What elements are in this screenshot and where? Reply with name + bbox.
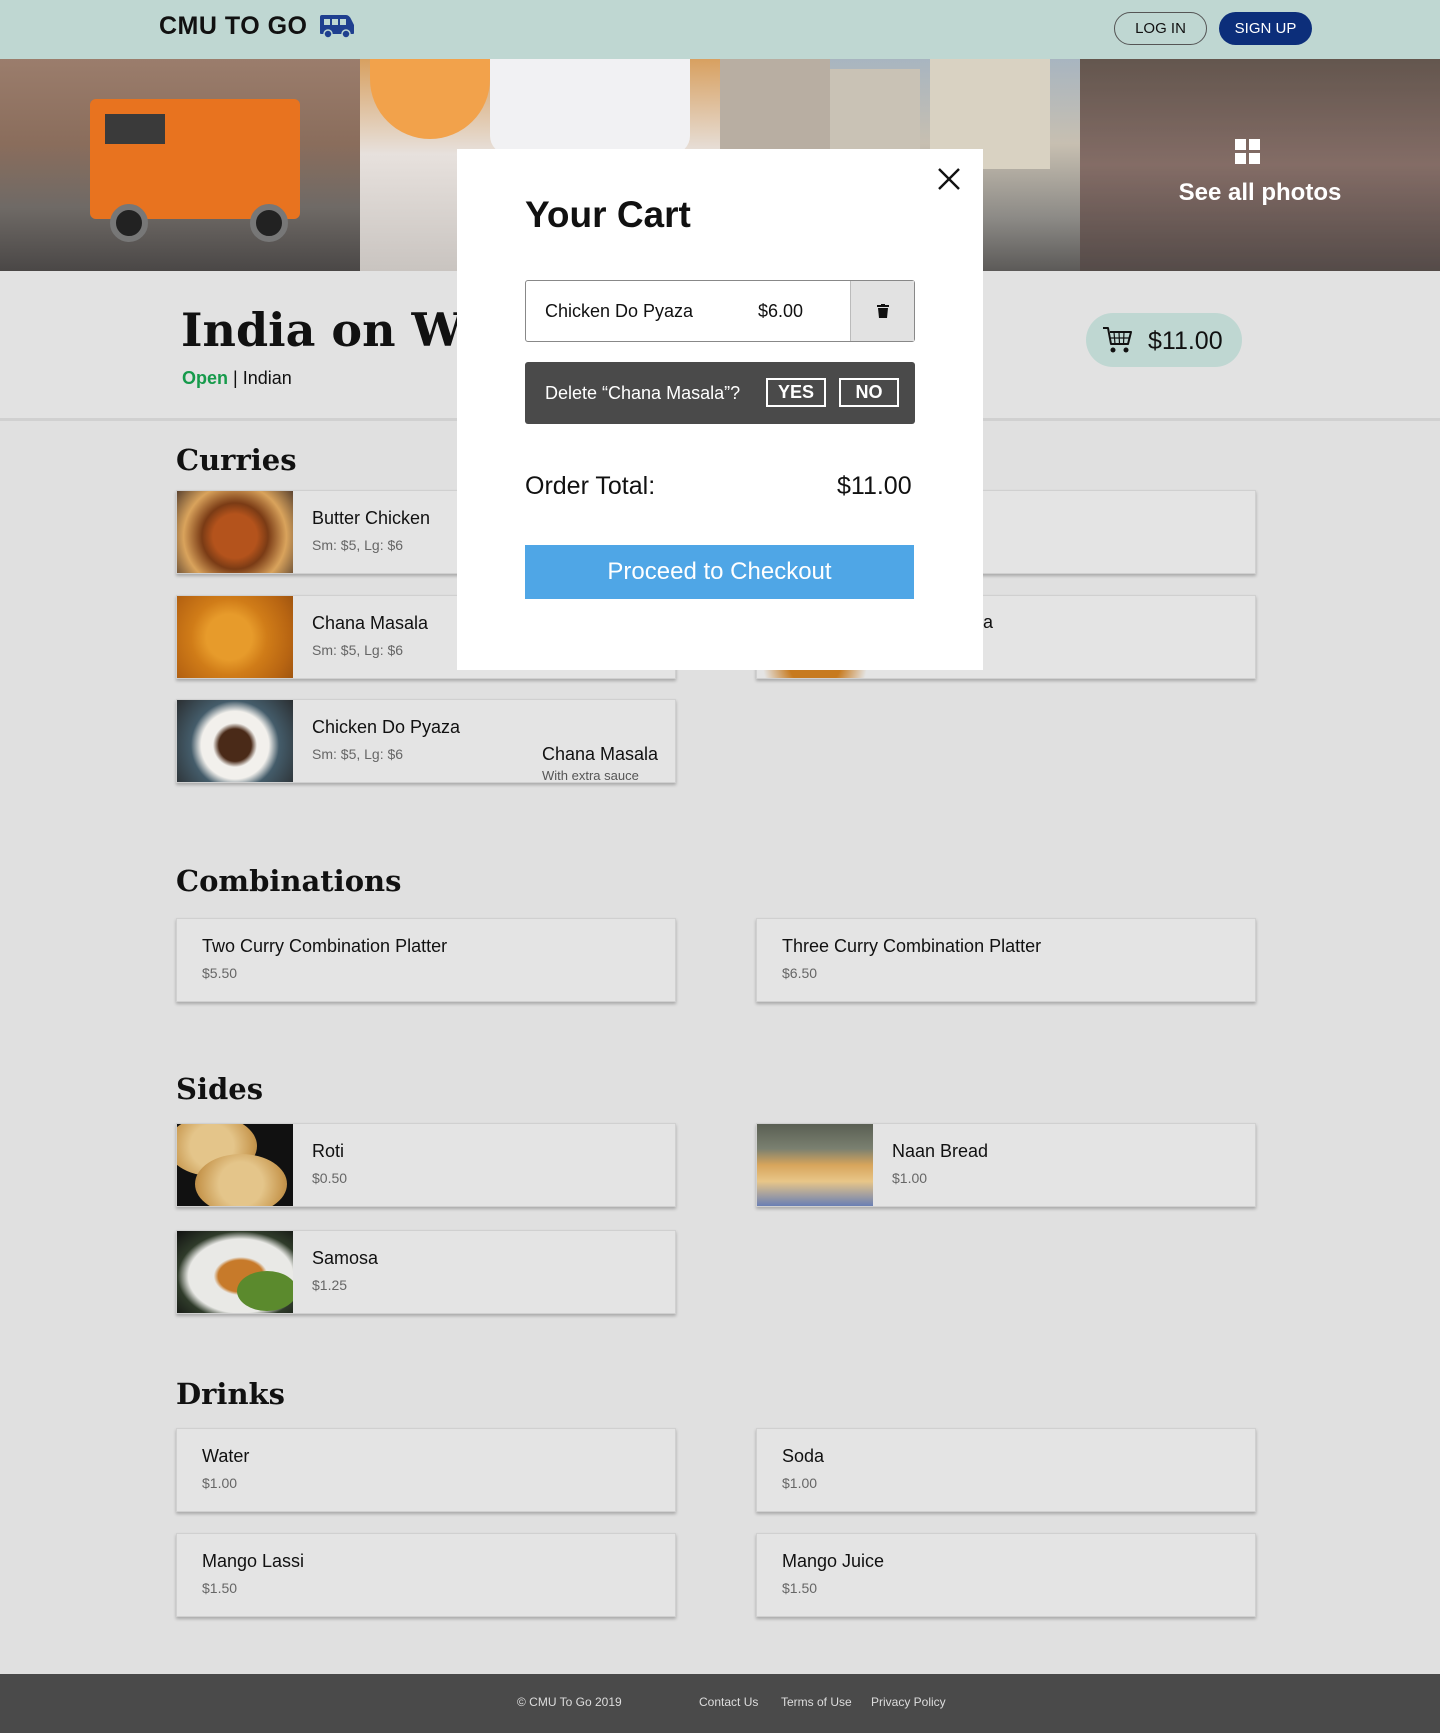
close-icon[interactable]: [937, 167, 961, 191]
van-icon: [320, 15, 354, 39]
menu-item-soda[interactable]: Soda $1.00: [756, 1428, 1256, 1512]
item-price: $1.50: [782, 1580, 818, 1596]
privacy-link[interactable]: Privacy Policy: [871, 1695, 946, 1709]
item-price: $1.00: [782, 1475, 818, 1491]
item-name: Roti: [312, 1141, 345, 1161]
cart-item-price: $6.00: [758, 301, 804, 321]
see-all-photos-label[interactable]: See all photos: [1080, 179, 1440, 207]
restaurant-meta: Open | Indian: [182, 368, 292, 389]
trash-icon: [876, 304, 889, 318]
order-total-value: $11.00: [837, 472, 912, 500]
signup-button[interactable]: SIGN UP: [1219, 12, 1312, 45]
shopping-cart-icon: [1103, 327, 1132, 353]
delete-confirmation: Delete “Chana Masala”? YES NO: [525, 362, 915, 424]
menu-item-mango-juice[interactable]: Mango Juice $1.50: [756, 1533, 1256, 1617]
item-price: $0.50: [312, 1170, 348, 1186]
cart-title: Your Cart: [525, 194, 691, 235]
item-price: $5.50: [202, 965, 238, 981]
top-nav: CMU TO GO LOG IN SIGN UP: [0, 0, 1440, 59]
dragging-item-note: With extra sauce: [542, 768, 639, 783]
dragging-item-name: Chana Masala: [542, 744, 659, 764]
item-price: Sm: $5, Lg: $6: [312, 537, 404, 553]
order-total-label: Order Total:: [525, 472, 656, 500]
item-price: Sm: $5, Lg: $6: [312, 642, 404, 658]
site-logo[interactable]: CMU TO GO: [159, 12, 307, 41]
confirm-yes-button[interactable]: YES: [766, 378, 826, 407]
food-thumbnail: [177, 596, 293, 678]
food-thumbnail: [177, 1231, 293, 1313]
delete-confirmation-text: Delete “Chana Masala”?: [545, 383, 741, 403]
food-thumbnail: [177, 1124, 293, 1206]
open-status: Open: [182, 368, 229, 388]
section-title-drinks: Drinks: [176, 1377, 285, 1411]
meta-separator: |: [228, 368, 243, 388]
item-price: $6.50: [782, 965, 818, 981]
footer: © CMU To Go 2019 Contact Us Terms of Use…: [0, 1674, 1440, 1733]
item-price: $1.00: [202, 1475, 238, 1491]
menu-item-roti[interactable]: Roti $0.50: [176, 1123, 676, 1207]
item-name: Mango Lassi: [202, 1551, 305, 1571]
menu-item-water[interactable]: Water $1.00: [176, 1428, 676, 1512]
food-thumbnail: [177, 700, 293, 782]
contact-us-link[interactable]: Contact Us: [699, 1695, 758, 1709]
item-price: Sm: $5, Lg: $6: [312, 746, 404, 762]
section-title-sides: Sides: [176, 1072, 264, 1106]
see-all-photos-tile[interactable]: See all photos: [1080, 59, 1440, 271]
food-truck-photo[interactable]: [0, 59, 360, 271]
grid-icon: [1235, 139, 1260, 164]
item-price: $1.25: [312, 1277, 348, 1293]
cart-modal: Your Cart Chicken Do Pyaza $6.00 Delete …: [457, 149, 983, 670]
item-name: Two Curry Combination Platter: [202, 936, 448, 956]
item-name: Three Curry Combination Platter: [782, 936, 1042, 956]
login-button[interactable]: LOG IN: [1114, 12, 1207, 45]
item-price: $1.00: [892, 1170, 928, 1186]
menu-item-two-curry-combo[interactable]: Two Curry Combination Platter $5.50: [176, 918, 676, 1002]
section-title-combinations: Combinations: [176, 864, 402, 898]
item-name: Mango Juice: [782, 1551, 885, 1571]
menu-item-three-curry-combo[interactable]: Three Curry Combination Platter $6.50: [756, 918, 1256, 1002]
cart-item-row: Chicken Do Pyaza $6.00: [525, 280, 915, 342]
terms-link[interactable]: Terms of Use: [781, 1695, 852, 1709]
confirm-no-button[interactable]: NO: [839, 378, 899, 407]
item-price: $1.50: [202, 1580, 238, 1596]
menu-item-samosa[interactable]: Samosa $1.25: [176, 1230, 676, 1314]
cuisine-label: Indian: [242, 368, 292, 388]
item-name: Soda: [782, 1446, 825, 1466]
food-thumbnail: [177, 491, 293, 573]
food-thumbnail: [757, 1124, 873, 1206]
delete-item-button[interactable]: [850, 281, 914, 341]
item-name: Chana Masala: [312, 613, 429, 633]
section-title-curries: Curries: [176, 443, 297, 477]
item-name: Samosa: [312, 1248, 379, 1268]
item-name: Chicken Do Pyaza: [312, 717, 461, 737]
proceed-to-checkout-button[interactable]: Proceed to Checkout: [525, 545, 914, 599]
menu-item-naan-bread[interactable]: Naan Bread $1.00: [756, 1123, 1256, 1207]
cart-total: $11.00: [1148, 327, 1223, 355]
cart-item-name: Chicken Do Pyaza: [545, 301, 694, 321]
item-name: Water: [202, 1446, 250, 1466]
copyright-text: © CMU To Go 2019: [517, 1695, 622, 1709]
cart-button[interactable]: $11.00: [1086, 313, 1242, 367]
item-name: Naan Bread: [892, 1141, 989, 1161]
item-name: Butter Chicken: [312, 508, 431, 528]
menu-item-mango-lassi[interactable]: Mango Lassi $1.50: [176, 1533, 676, 1617]
